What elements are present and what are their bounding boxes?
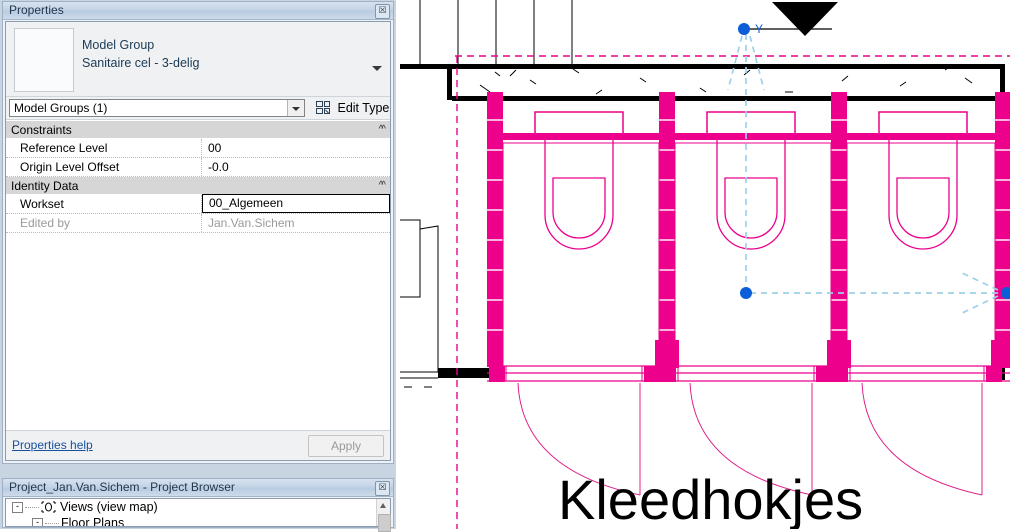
grid-lines [419,0,573,67]
drawing-canvas[interactable]: Y Kleedhokjes [396,0,1010,529]
properties-palette-titlebar[interactable]: Properties ☒ [3,2,393,20]
property-key: Edited by [6,214,202,232]
properties-palette-footer: Properties help Apply [6,430,390,460]
drag-control-top[interactable] [738,23,750,35]
properties-palette-body: Model Group Sanitaire cel - 3-delig Mode… [5,21,391,461]
revit-window: Properties ☒ Model Group Sanitaire cel -… [0,0,1010,532]
edit-type-label: Edit Type [337,101,390,115]
type-name-label: Sanitaire cel - 3-delig [82,56,200,70]
properties-palette-title: Properties [9,3,64,17]
property-grid: Constraints ^^ Reference Level 00 Origin… [6,121,390,430]
scroll-up-icon[interactable] [377,499,390,512]
type-selector[interactable]: Model Group Sanitaire cel - 3-delig [6,22,390,97]
project-browser-body: - Views (view map) - Floor Plans [5,498,391,532]
property-value: Jan.Van.Sichem [208,216,295,230]
properties-help-link[interactable]: Properties help [12,438,93,452]
property-group-header[interactable]: Identity Data ^^ [6,177,390,195]
expander-icon[interactable]: - [12,501,23,513]
workset-value-field[interactable]: 00_Algemeen [202,194,390,213]
project-browser-palette: Project_Jan.Van.Sichem - Project Browser… [2,478,394,532]
drag-control-center[interactable] [740,287,752,299]
cisterns [534,111,968,135]
project-browser-title: Project_Jan.Van.Sichem - Project Browser [9,480,235,494]
type-selector-text: Model Group Sanitaire cel - 3-delig [82,36,199,72]
wall-hatch [479,65,973,95]
scroll-thumb[interactable] [378,514,391,532]
property-row[interactable]: Origin Level Offset -0.0 [6,158,390,177]
door-frame-band [487,365,1010,382]
property-key: Origin Level Offset [6,158,202,176]
cell-outlines [502,142,996,367]
tree-item-floor-plans[interactable]: - Floor Plans [6,515,377,526]
property-key: Workset [6,195,202,213]
toilet-fixtures [544,140,958,250]
tree-item-label: Floor Plans [61,516,125,526]
left-dock-column: Properties ☒ Model Group Sanitaire cel -… [0,0,396,532]
partition-hatch [487,119,1010,331]
close-icon[interactable]: ☒ [375,481,390,496]
room-label: Kleedhokjes [558,468,863,529]
chevron-down-icon[interactable] [372,66,382,71]
close-icon[interactable]: ☒ [375,4,390,19]
axis-label: Y [755,22,763,36]
property-row: Edited by Jan.Van.Sichem [6,214,390,233]
chevron-down-icon[interactable] [287,100,304,116]
floor-plan-svg: Y Kleedhokjes [400,0,1010,529]
expander-icon[interactable]: - [32,517,43,526]
property-row[interactable]: Workset 00_Algemeen [6,194,390,214]
tree-connector [45,522,59,524]
property-key: Reference Level [6,139,202,157]
chevron-up-icon[interactable]: ^^ [379,124,387,135]
property-group-label: Constraints [11,122,72,137]
tree-item-views[interactable]: - Views (view map) [6,499,377,515]
category-row: Model Groups (1) Edit Type [6,97,390,120]
type-preview-thumbnail [14,28,74,92]
property-row[interactable]: Reference Level 00 [6,139,390,158]
project-browser-scrollbar[interactable] [376,499,391,532]
edit-type-button[interactable]: Edit Type [316,99,389,117]
door-jambs [489,340,1010,382]
type-family-label: Model Group [82,38,155,52]
properties-palette: Properties ☒ Model Group Sanitaire cel -… [2,1,394,464]
category-combo[interactable]: Model Groups (1) [9,99,305,117]
category-combo-value: Model Groups (1) [14,101,108,115]
chevron-up-icon[interactable]: ^^ [379,180,387,191]
property-group-header[interactable]: Constraints ^^ [6,121,390,139]
project-browser-titlebar[interactable]: Project_Jan.Van.Sichem - Project Browser… [3,479,393,497]
tree-connector [25,506,39,508]
view-map-icon [41,501,56,513]
project-browser-tree: - Views (view map) - Floor Plans [6,499,377,526]
alignment-guides [727,34,1002,315]
property-value[interactable]: -0.0 [202,158,390,176]
apply-button[interactable]: Apply [308,435,384,457]
edit-type-icon [316,101,331,120]
property-group-label: Identity Data [11,178,79,193]
tree-item-label: Views (view map) [60,500,158,514]
property-value[interactable]: 00 [202,139,390,157]
section-head-marker[interactable]: Y [744,2,838,36]
adjacent-element-outline [400,219,439,388]
